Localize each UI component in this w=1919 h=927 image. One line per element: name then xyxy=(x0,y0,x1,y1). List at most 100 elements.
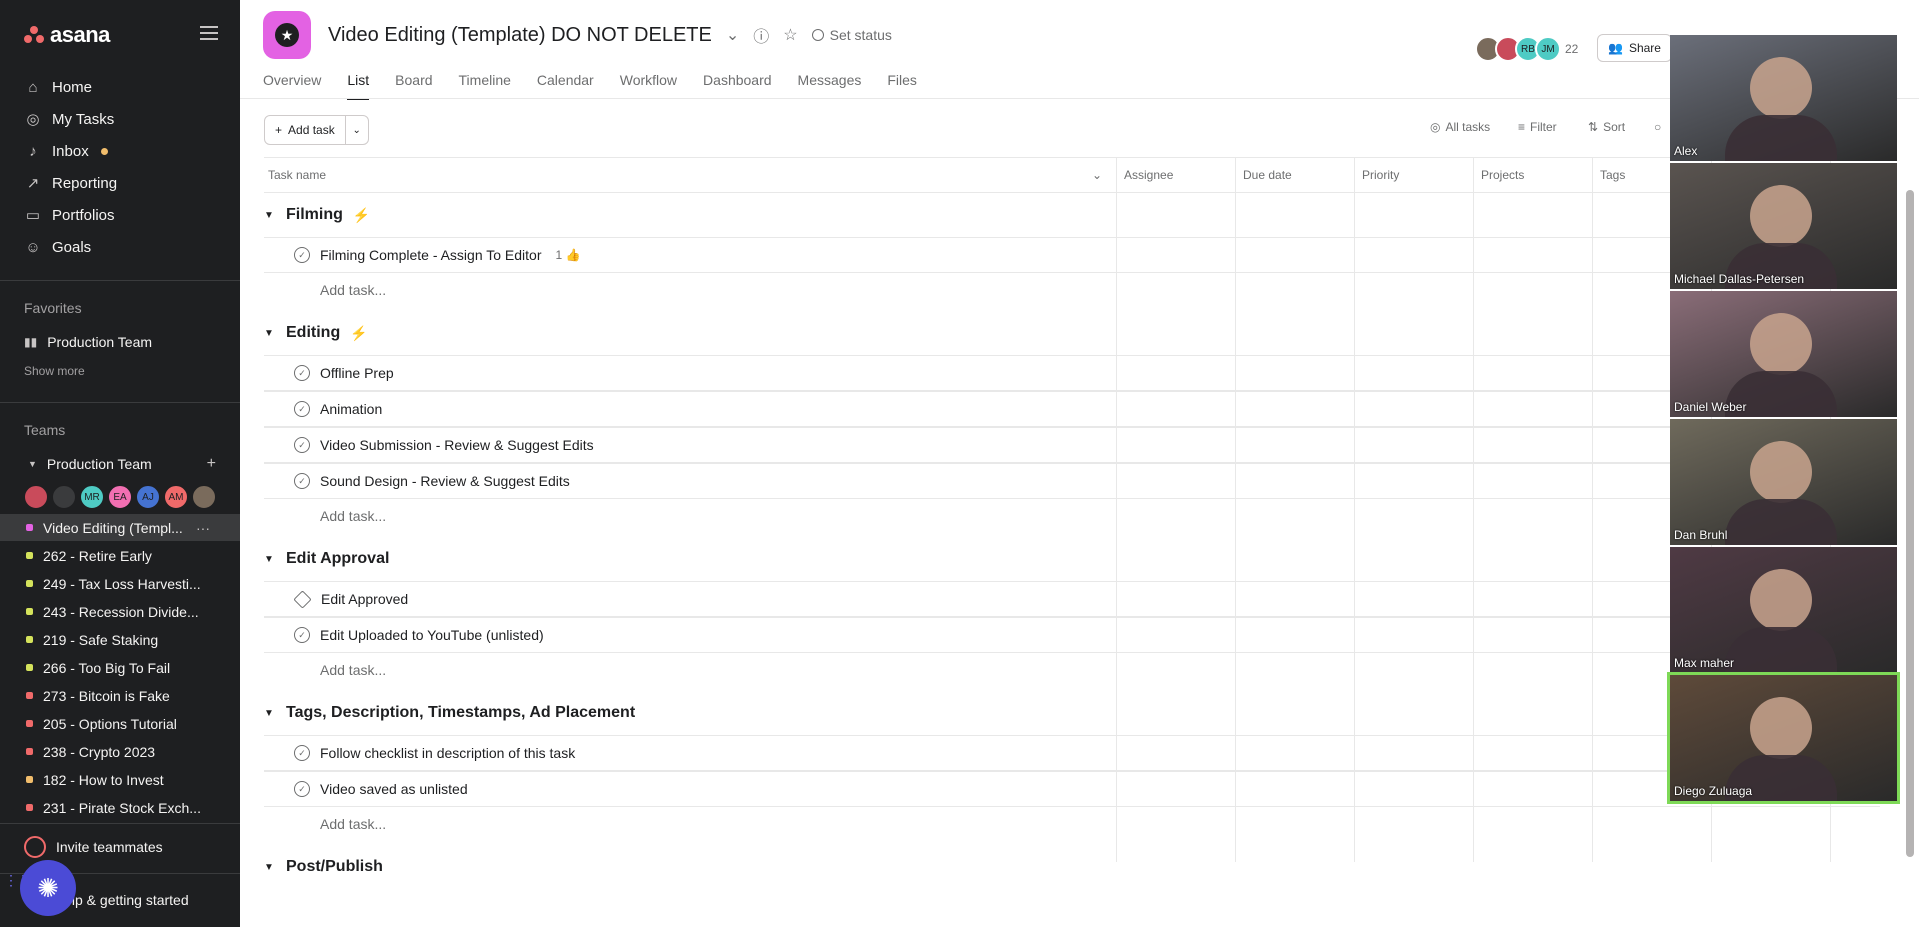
complete-check-icon[interactable]: ✓ xyxy=(294,365,310,381)
sidebar-project-item[interactable]: 238 - Crypto 2023 xyxy=(0,738,240,765)
task-row[interactable]: ✓ Edit Uploaded to YouTube (unlisted) xyxy=(264,617,1880,653)
avatar[interactable] xyxy=(24,485,48,509)
like-count[interactable]: 1 👍 xyxy=(556,248,581,262)
add-task-link[interactable]: Add task... xyxy=(320,282,386,298)
add-task-dropdown[interactable]: ⌄ xyxy=(346,116,368,144)
task-name[interactable]: Edit Approved xyxy=(321,591,408,607)
sidebar-project-item[interactable]: 205 - Options Tutorial xyxy=(0,710,240,737)
project-title[interactable]: Video Editing (Template) DO NOT DELETE xyxy=(328,24,712,47)
section-header[interactable]: ▼ Post/Publish xyxy=(264,858,383,876)
caret-down-icon[interactable]: ▼ xyxy=(264,210,276,221)
section-header[interactable]: ▼ Tags, Description, Timestamps, Ad Place… xyxy=(264,704,635,722)
task-row[interactable]: ✓ Sound Design - Review & Suggest Edits xyxy=(264,463,1880,499)
tab-dashboard[interactable]: Dashboard xyxy=(703,72,772,100)
task-name[interactable]: Animation xyxy=(320,401,382,417)
chevron-down-icon[interactable]: ⌄ xyxy=(1092,168,1102,182)
section-title[interactable]: Tags, Description, Timestamps, Ad Placem… xyxy=(286,704,635,722)
video-tile[interactable]: Diego Zuluaga xyxy=(1667,672,1900,804)
project-members[interactable]: RB JM 22 xyxy=(1475,36,1578,62)
column-tags[interactable]: Tags xyxy=(1600,168,1625,182)
sort-button[interactable]: ⇅ Sort xyxy=(1588,120,1625,134)
video-tile[interactable]: Max maher xyxy=(1670,547,1897,673)
section-header[interactable]: ▼ Edit Approval xyxy=(264,550,389,568)
complete-check-icon[interactable]: ✓ xyxy=(294,437,310,453)
sidebar-project-item[interactable]: 231 - Pirate Stock Exch... xyxy=(0,794,240,821)
nav-portfolios[interactable]: ▭ Portfolios xyxy=(24,206,115,225)
complete-check-icon[interactable]: ✓ xyxy=(294,247,310,263)
task-name[interactable]: Offline Prep xyxy=(320,365,394,381)
avatar[interactable] xyxy=(52,485,76,509)
section-title[interactable]: Edit Approval xyxy=(286,550,389,568)
tab-timeline[interactable]: Timeline xyxy=(459,72,511,100)
avatar[interactable]: MR xyxy=(80,485,104,509)
set-status-button[interactable]: Set status xyxy=(811,27,892,43)
caret-down-icon[interactable]: ▼ xyxy=(264,862,276,873)
task-row[interactable]: ✓ Video saved as unlisted xyxy=(264,771,1880,807)
complete-check-icon[interactable]: ✓ xyxy=(294,781,310,797)
tab-board[interactable]: Board xyxy=(395,72,432,100)
task-name[interactable]: Filming Complete - Assign To Editor xyxy=(320,247,542,263)
task-row[interactable]: ✓ Animation xyxy=(264,391,1880,427)
complete-check-icon[interactable]: ✓ xyxy=(294,401,310,417)
caret-down-icon[interactable]: ▼ xyxy=(264,328,276,339)
nav-my-tasks[interactable]: ◎ My Tasks xyxy=(24,110,114,129)
column-due-date[interactable]: Due date xyxy=(1243,168,1292,182)
task-row[interactable]: Edit Approved xyxy=(264,581,1880,617)
tab-files[interactable]: Files xyxy=(887,72,917,100)
filter-button[interactable]: ≡ Filter xyxy=(1518,120,1557,134)
task-row[interactable]: ✓ Follow checklist in description of this… xyxy=(264,735,1880,771)
section-title[interactable]: Filming xyxy=(286,206,343,224)
nav-goals[interactable]: ☺ Goals xyxy=(24,238,91,256)
sidebar-project-item[interactable]: 262 - Retire Early xyxy=(0,542,240,569)
tab-list[interactable]: List xyxy=(347,72,370,100)
avatar[interactable]: EA xyxy=(108,485,132,509)
column-priority[interactable]: Priority xyxy=(1362,168,1399,182)
column-assignee[interactable]: Assignee xyxy=(1124,168,1173,182)
section-title[interactable]: Editing xyxy=(286,324,340,342)
sidebar-project-item[interactable]: 249 - Tax Loss Harvesti... xyxy=(0,570,240,597)
task-name[interactable]: Follow checklist in description of this … xyxy=(320,745,575,761)
sidebar-project-item[interactable]: 266 - Too Big To Fail xyxy=(0,654,240,681)
avatar[interactable]: AM xyxy=(164,485,188,509)
section-title[interactable]: Post/Publish xyxy=(286,858,383,876)
task-row[interactable]: ✓ Offline Prep xyxy=(264,355,1880,391)
complete-check-icon[interactable]: ✓ xyxy=(294,473,310,489)
milestone-diamond-icon[interactable] xyxy=(293,589,312,609)
add-project-icon[interactable]: + xyxy=(207,455,216,473)
sidebar-project-item[interactable]: 219 - Safe Staking xyxy=(0,626,240,653)
task-row[interactable]: ✓ Filming Complete - Assign To Editor 1 👍 xyxy=(264,237,1880,273)
avatar[interactable] xyxy=(192,485,216,509)
sidebar-project-item[interactable]: 182 - How to Invest xyxy=(0,766,240,793)
column-projects[interactable]: Projects xyxy=(1481,168,1524,182)
menu-collapse-icon[interactable] xyxy=(200,26,218,40)
sidebar-project-item[interactable]: Video Editing (Templ... ··· xyxy=(0,514,240,541)
invite-teammates-button[interactable]: Invite teammates xyxy=(24,836,163,858)
task-name[interactable]: Sound Design - Review & Suggest Edits xyxy=(320,473,570,489)
add-task-link[interactable]: Add task... xyxy=(320,662,386,678)
sidebar-project-item[interactable]: 273 - Bitcoin is Fake xyxy=(0,682,240,709)
section-header[interactable]: ▼ Filming ⚡ xyxy=(264,206,370,224)
video-tile[interactable]: Daniel Weber xyxy=(1670,291,1897,417)
share-button[interactable]: 👥 Share xyxy=(1597,34,1672,62)
tab-calendar[interactable]: Calendar xyxy=(537,72,594,100)
task-name[interactable]: Video Submission - Review & Suggest Edit… xyxy=(320,437,594,453)
tab-messages[interactable]: Messages xyxy=(798,72,862,100)
star-outline-icon[interactable]: ☆ xyxy=(783,25,797,45)
chevron-down-icon[interactable]: ⌄ xyxy=(726,25,739,45)
more-toolbar-icon[interactable]: ○ xyxy=(1654,120,1661,134)
task-row[interactable]: ✓ Video Submission - Review & Suggest Edi… xyxy=(264,427,1880,463)
caret-down-icon[interactable]: ▼ xyxy=(264,708,276,719)
video-tile[interactable]: Alex xyxy=(1670,35,1897,161)
caret-down-icon[interactable]: ▼ xyxy=(264,554,276,565)
nav-reporting[interactable]: ↗ Reporting xyxy=(24,174,117,193)
nav-home[interactable]: ⌂ Home xyxy=(24,78,92,96)
asana-logo[interactable]: asana xyxy=(24,22,110,48)
avatar[interactable]: JM xyxy=(1535,36,1561,62)
add-task-button[interactable]: + Add task xyxy=(265,116,346,144)
nav-inbox[interactable]: ♪ Inbox xyxy=(24,142,108,160)
caret-down-icon[interactable]: ▼ xyxy=(28,459,37,469)
video-tile[interactable]: Michael Dallas-Petersen xyxy=(1670,163,1897,289)
team-production[interactable]: ▼ Production Team + xyxy=(28,455,216,472)
info-icon[interactable]: ⓘ xyxy=(753,23,769,47)
more-options-icon[interactable]: ··· xyxy=(196,520,210,536)
